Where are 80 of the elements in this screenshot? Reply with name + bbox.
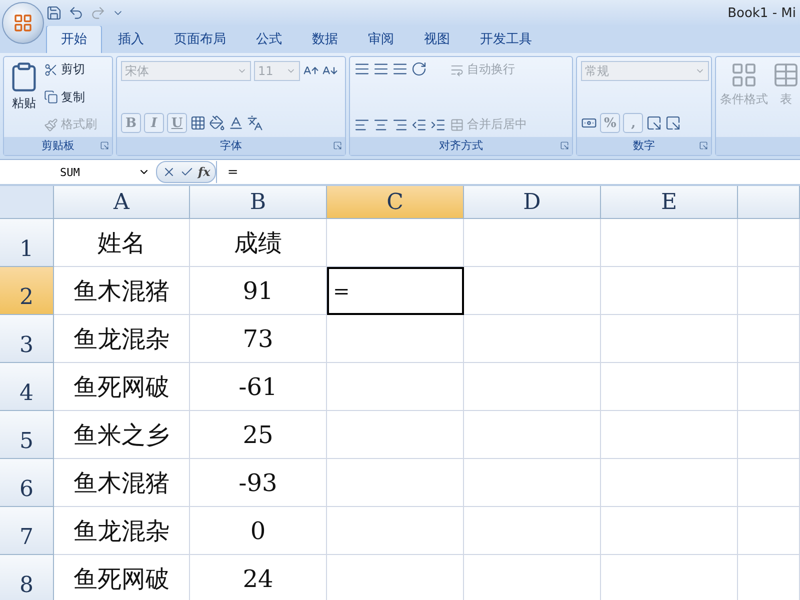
row-header[interactable]: 4 [0,363,54,411]
ribbon-tab[interactable]: 审阅 [354,26,408,53]
clipboard-button[interactable]: 复制 [44,88,97,106]
ribbon-tab[interactable]: 页面布局 [160,26,240,53]
clipboard-button[interactable]: 剪切 [44,61,97,78]
table-cell: 成绩 [190,219,327,267]
ribbon-tab[interactable]: 插入 [104,26,158,53]
ribbon-tab[interactable]: 视图 [410,26,464,53]
table-cell: 91 [190,267,327,315]
column-header[interactable]: D [464,186,601,219]
empty-cell [738,267,800,315]
cancel-icon[interactable] [162,165,176,179]
row-header[interactable]: 5 [0,411,54,459]
align-top-icon[interactable] [354,61,370,77]
column-header[interactable]: C [327,186,464,219]
column-header[interactable]: B [190,186,327,219]
table-cell: 73 [190,315,327,363]
copy-icon[interactable] [44,90,58,104]
group-label: 字体 [117,137,345,155]
table-cell: 25 [190,411,327,459]
row-header[interactable]: 2 [0,267,54,315]
column-header[interactable]: A [54,186,190,219]
row-header[interactable]: 3 [0,315,54,363]
table-cell: 鱼龙混杂 [54,507,190,555]
table-cell: 0 [190,507,327,555]
table-cell: 鱼龙混杂 [54,315,190,363]
scissors-icon[interactable] [44,62,58,76]
ribbon-tab[interactable]: 公式 [242,26,296,53]
row-header[interactable]: 7 [0,507,54,555]
office-button[interactable] [2,2,44,44]
table-cell: 鱼木混猪 [54,459,190,507]
empty-cell [738,315,800,363]
align-center-icon[interactable] [373,117,389,133]
row-header[interactable]: 1 [0,219,54,267]
office-logo-icon [13,13,33,33]
column-header[interactable]: E [601,186,738,219]
align-right-icon[interactable] [392,117,408,133]
row-header[interactable]: 8 [0,555,54,600]
indent-decrease-icon[interactable] [411,117,427,133]
orientation-icon[interactable] [411,61,427,77]
table-cell: 鱼米之乡 [54,411,190,459]
table-cell: -93 [190,459,327,507]
empty-cell [738,363,800,411]
fill-bucket-icon[interactable] [209,115,225,131]
paste-button[interactable]: 粘贴 [8,61,40,133]
empty-cell [738,411,800,459]
group-label: 剪贴板 [4,137,112,155]
launcher-icon[interactable] [100,141,109,150]
row-header[interactable]: 6 [0,459,54,507]
ribbon-tab[interactable]: 开发工具 [466,26,546,53]
launcher-icon[interactable] [560,141,569,150]
table-cell: -61 [190,363,327,411]
name-box[interactable]: SUM [0,161,156,183]
launcher-icon[interactable] [699,141,708,150]
ribbon-tab[interactable]: 数据 [298,26,352,53]
empty-cell [738,219,800,267]
table-cell: 鱼木混猪 [54,267,190,315]
active-cell[interactable]: = [327,267,464,315]
empty-cell [738,459,800,507]
table-cell: 鱼死网破 [54,555,190,600]
save-icon[interactable] [46,5,62,21]
table-cell: 24 [190,555,327,600]
undo-icon[interactable] [68,5,84,21]
indent-increase-icon[interactable] [430,117,446,133]
table-cell: 姓名 [54,219,190,267]
group-label: 对齐方式 [350,137,572,155]
align-left-icon[interactable] [354,117,370,133]
font-color-icon[interactable] [228,115,244,131]
ribbon-tab[interactable]: 开始 [46,25,102,53]
group-label: 数字 [577,137,711,155]
formula-input[interactable]: = [216,161,800,183]
empty-cell [738,507,800,555]
border-icon[interactable] [190,115,206,131]
align-middle-icon[interactable] [373,61,389,77]
insert-function-button[interactable]: fx [198,165,210,179]
launcher-icon[interactable] [333,141,342,150]
window-title: Book1 - Mi [728,6,797,20]
table-cell: 鱼死网破 [54,363,190,411]
align-bottom-icon[interactable] [392,61,408,77]
phonetic-icon[interactable] [247,115,263,131]
